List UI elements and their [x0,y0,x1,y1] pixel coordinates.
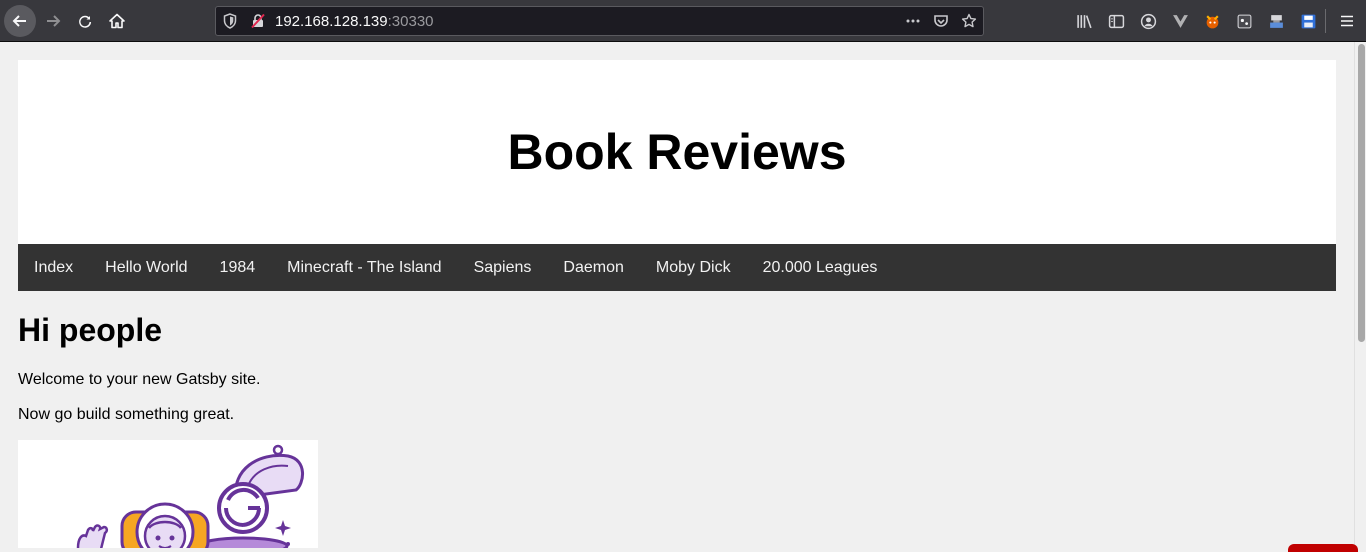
insecure-lock-icon[interactable] [250,13,266,29]
home-icon [109,13,125,29]
site-header: Book Reviews [18,60,1336,244]
tracking-shield-icon[interactable] [222,13,238,29]
nav-item-1984[interactable]: 1984 [204,244,272,291]
url-text[interactable]: 192.168.128.139:30330 [275,13,434,30]
save-icon[interactable] [1292,6,1324,36]
menu-button[interactable] [1332,6,1362,36]
welcome-text: Welcome to your new Gatsby site. [18,371,261,388]
nav-item-hello-world[interactable]: Hello World [89,244,203,291]
site-title: Book Reviews [507,124,847,180]
hamburger-menu-icon [1341,15,1353,27]
nav-item-moby-dick[interactable]: Moby Dick [640,244,747,291]
page-scrollbar[interactable] [1354,42,1366,548]
build-text: Now go build something great. [18,406,235,423]
browser-toolbar: 192.168.128.139:30330 [0,0,1366,42]
sidebar-icon[interactable] [1100,6,1132,36]
home-button[interactable] [102,6,132,36]
foxyproxy-icon[interactable] [1196,6,1228,36]
nav-item-index[interactable]: Index [18,244,89,291]
nav-item-20000-leagues[interactable]: 20.000 Leagues [747,244,894,291]
nav-item-daemon[interactable]: Daemon [547,244,639,291]
pocket-icon[interactable] [931,11,951,31]
reload-button[interactable] [70,6,100,36]
account-icon[interactable] [1132,6,1164,36]
gatsby-astronaut-image [18,440,318,548]
proxy-switch-icon[interactable] [1260,6,1292,36]
arrow-left-icon [12,15,26,27]
back-button[interactable] [4,5,36,37]
vue-devtools-icon[interactable] [1164,6,1196,36]
arrow-right-icon [47,15,61,27]
scrollbar-thumb[interactable] [1358,44,1365,342]
page-actions-icon[interactable] [903,11,923,31]
gatsby-astronaut-illustration [76,444,304,548]
reload-icon [79,15,92,28]
library-icon[interactable] [1068,6,1100,36]
nav-item-minecraft[interactable]: Minecraft - The Island [271,244,457,291]
toolbar-separator [1325,9,1326,33]
forward-button[interactable] [38,6,68,36]
main-heading: Hi people [18,312,163,348]
page-viewport: Book Reviews Index Hello World 1984 Mine… [0,42,1354,548]
nav-item-sapiens[interactable]: Sapiens [458,244,548,291]
site-nav: Index Hello World 1984 Minecraft - The I… [18,244,1336,291]
notification-badge [1288,544,1358,552]
cookie-editor-icon[interactable] [1228,6,1260,36]
url-bar[interactable]: 192.168.128.139:30330 [215,6,984,36]
bookmark-star-icon[interactable] [959,11,979,31]
